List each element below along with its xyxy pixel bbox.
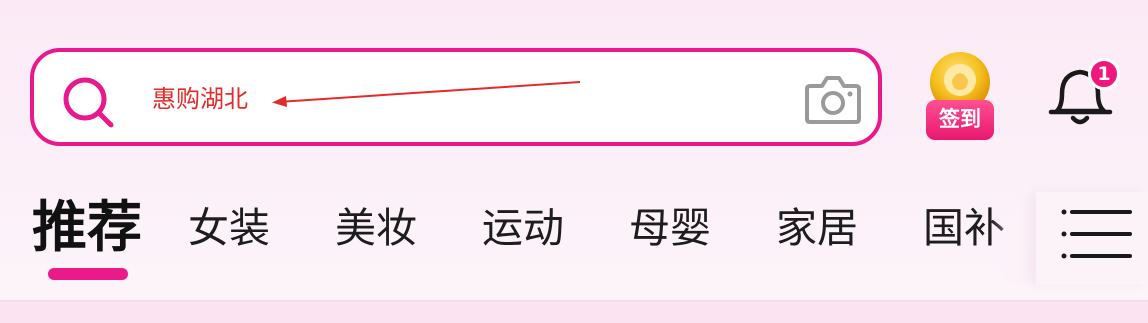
notification-button[interactable]: 1 — [1040, 56, 1122, 136]
category-menu-button[interactable] — [1036, 192, 1148, 284]
menu-icon — [1061, 209, 1132, 259]
tab-mother-baby[interactable]: 母婴 — [629, 202, 711, 254]
tab-sports[interactable]: 运动 — [482, 202, 564, 254]
category-tabs: 推荐 女装 美妆 运动 母婴 家居 国补 — [0, 192, 1148, 292]
active-tab-indicator — [48, 268, 128, 280]
tab-recommended[interactable]: 推荐 — [32, 196, 142, 258]
camera-icon[interactable] — [804, 74, 862, 126]
search-input[interactable]: 惠购湖北 — [152, 84, 248, 114]
tab-beauty[interactable]: 美妆 — [335, 202, 417, 254]
notification-badge: 1 — [1088, 58, 1120, 90]
search-bar[interactable]: 惠购湖北 — [30, 48, 882, 146]
signin-label: 签到 — [939, 107, 981, 131]
content-top-band — [0, 302, 1148, 323]
signin-button[interactable]: 签到 — [924, 50, 996, 142]
annotation-arrow-icon — [272, 81, 581, 107]
search-icon[interactable] — [60, 74, 118, 132]
tab-womens-wear[interactable]: 女装 — [188, 202, 270, 254]
tab-home[interactable]: 家居 — [776, 202, 858, 254]
tabs-fade — [990, 192, 1036, 284]
